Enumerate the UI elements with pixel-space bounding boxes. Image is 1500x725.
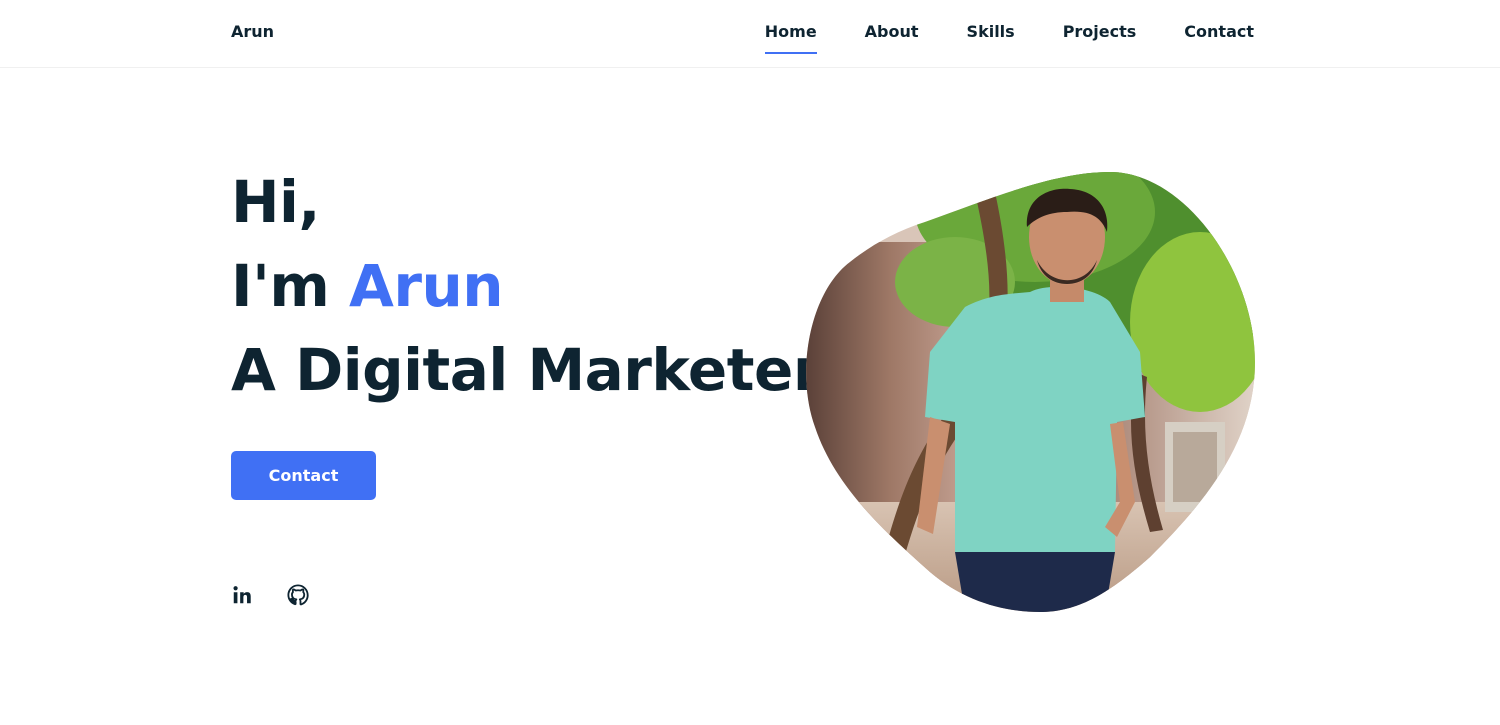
hero-greeting: Hi, xyxy=(231,168,320,236)
hero-intro-prefix: I'm xyxy=(231,252,349,320)
nav-projects[interactable]: Projects xyxy=(1063,0,1137,41)
linkedin-icon[interactable] xyxy=(231,584,253,606)
hero-role: A Digital Marketer xyxy=(231,336,821,404)
github-icon[interactable] xyxy=(287,584,309,606)
site-header: Arun Home About Skills Projects Contact xyxy=(0,0,1500,68)
contact-button[interactable]: Contact xyxy=(231,451,376,500)
hero-name: Arun xyxy=(348,252,504,320)
main-nav: Home About Skills Projects Contact xyxy=(764,0,1254,68)
hero-title: Hi, I'm Arun A Digital Marketer xyxy=(231,160,821,412)
nav-about[interactable]: About xyxy=(865,0,919,41)
profile-photo xyxy=(806,172,1255,612)
nav-contact[interactable]: Contact xyxy=(1184,0,1254,41)
nav-home[interactable]: Home xyxy=(764,0,817,54)
social-links xyxy=(231,584,309,606)
logo[interactable]: Arun xyxy=(231,22,274,41)
nav-skills[interactable]: Skills xyxy=(967,0,1015,41)
hero-intro: I'm Arun xyxy=(231,244,821,328)
